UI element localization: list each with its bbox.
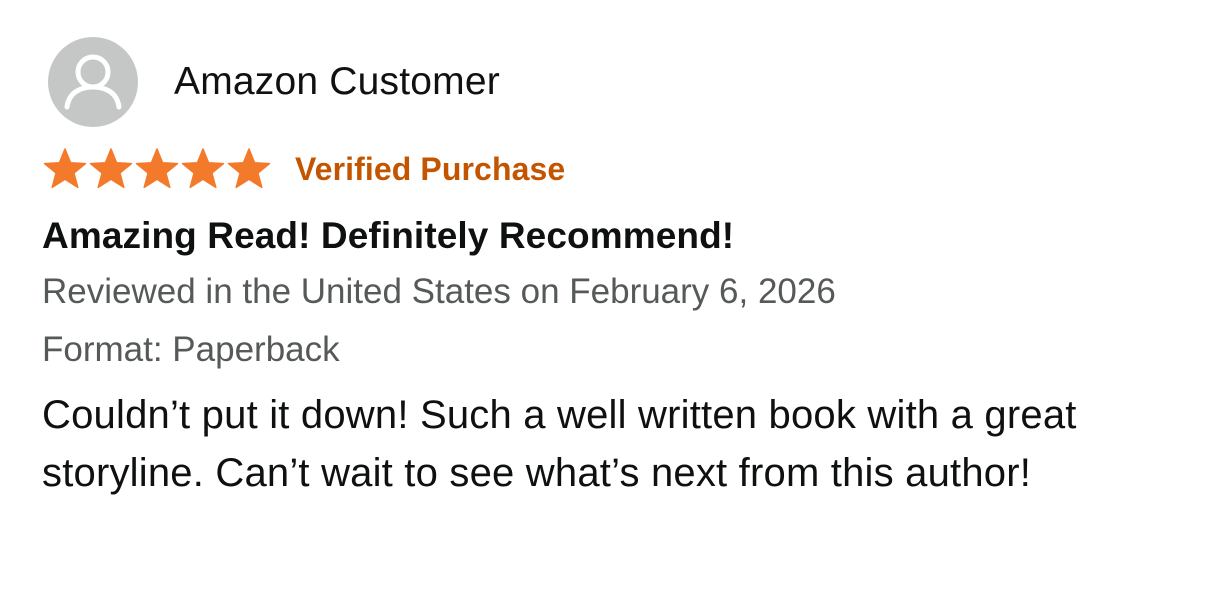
star-filled-icon bbox=[181, 148, 225, 189]
star-rating[interactable] bbox=[42, 146, 272, 192]
avatar[interactable] bbox=[48, 37, 138, 127]
review-body: Couldn’t put it down! Such a well writte… bbox=[42, 393, 1077, 495]
star-filled-icon bbox=[43, 148, 87, 189]
verified-purchase-badge: Verified Purchase bbox=[295, 150, 566, 187]
review-date: Reviewed in the United States on Februar… bbox=[42, 272, 836, 311]
star-filled-icon bbox=[135, 148, 179, 189]
rating-row: Verified Purchase bbox=[42, 146, 1182, 192]
reviewer-profile[interactable]: Amazon Customer bbox=[42, 36, 1182, 128]
reviewer-name[interactable]: Amazon Customer bbox=[174, 60, 500, 104]
star-filled-icon bbox=[89, 148, 133, 189]
person-icon bbox=[64, 54, 122, 110]
review-title[interactable]: Amazing Read! Definitely Recommend! bbox=[42, 212, 1182, 260]
review-card: Amazon Customer Verified Purchase Amazin… bbox=[42, 36, 1182, 502]
star-filled-icon bbox=[227, 148, 271, 189]
review-format[interactable]: Format: Paperback bbox=[42, 326, 1182, 374]
